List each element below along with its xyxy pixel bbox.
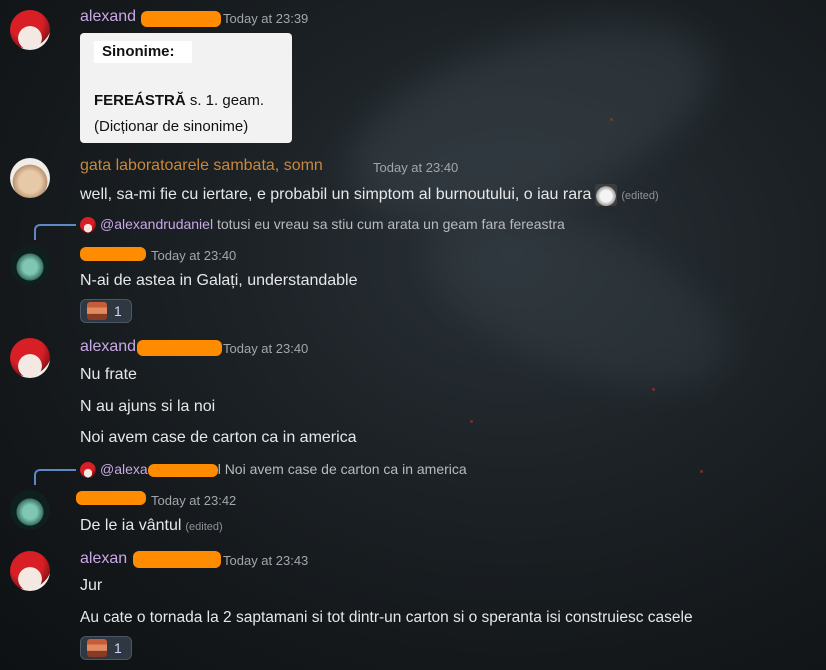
redaction-mark: [76, 491, 146, 505]
redaction-mark: [133, 551, 221, 568]
reaction-count: 1: [114, 303, 122, 319]
message-text: well, sa-mi fie cu iertare, e probabil u…: [80, 184, 659, 206]
timestamp: Today at 23:42: [151, 493, 237, 508]
embed-title: Sinonime:: [94, 41, 192, 63]
background-spark: [470, 420, 473, 423]
message-line: Nu frate: [80, 366, 137, 383]
dictionary-embed: Sinonime: FEREÁSTRĂ s. 1. geam. (Dicțion…: [80, 33, 292, 143]
avatar[interactable]: [10, 551, 50, 591]
redaction-mark: [147, 463, 218, 477]
username[interactable]: alexand: [80, 338, 136, 356]
timestamp: Today at 23:40: [373, 160, 459, 175]
reply-mention[interactable]: @alexa: [100, 461, 148, 477]
background-spark: [700, 470, 703, 473]
message-text: N-ai de astea in Galați, understandable: [80, 272, 358, 289]
avatar[interactable]: [10, 490, 50, 530]
message-line: Jur: [80, 577, 103, 594]
message-line: N au ajuns si la noi: [80, 398, 216, 415]
dog-emoji-icon: [595, 184, 618, 206]
timestamp: Today at 23:43: [223, 553, 309, 568]
avatar[interactable]: [10, 158, 50, 198]
embed-headword: FEREÁSTRĂ: [94, 92, 186, 109]
reply-text: totusi eu vreau sa stiu cum arata un gea…: [213, 216, 565, 232]
timestamp: Today at 23:40: [151, 248, 237, 263]
timestamp: Today at 23:39: [223, 11, 309, 26]
message-line: Au cate o tornada la 2 saptamani si tot …: [80, 609, 693, 626]
reply-text: l Noi avem case de carton ca in america: [217, 461, 467, 477]
reply-connector: [34, 469, 76, 485]
background-spark: [652, 388, 655, 391]
message-text: De le ia vântul (edited): [80, 517, 223, 535]
message-line: De le ia vântul: [80, 517, 182, 534]
redaction-mark: [137, 340, 222, 356]
background-spark: [610, 118, 613, 121]
edited-tag: (edited): [621, 190, 659, 203]
redaction-mark: [80, 247, 146, 261]
reply-avatar: [80, 462, 96, 479]
avatar[interactable]: [10, 10, 50, 50]
timestamp: Today at 23:40: [223, 341, 309, 356]
reply-reference[interactable]: @alexandrudaniel totusi eu vreau sa stiu…: [80, 216, 565, 234]
reaction-emoji-icon: [87, 302, 107, 320]
username[interactable]: alexand: [80, 8, 136, 26]
reaction-button[interactable]: 1: [80, 299, 132, 323]
embed-source: (Dicționar de sinonime): [94, 118, 249, 135]
message-line: well, sa-mi fie cu iertare, e probabil u…: [80, 186, 592, 204]
edited-tag: (edited): [185, 521, 223, 533]
username[interactable]: gata laboratoarele sambata, somn: [80, 157, 323, 175]
message-line: Noi avem case de carton ca in america: [80, 429, 357, 446]
reply-reference[interactable]: @alexa l Noi avem case de carton ca in am…: [80, 461, 467, 479]
reaction-emoji-icon: [87, 639, 107, 657]
reaction-count: 1: [114, 640, 122, 656]
avatar[interactable]: [10, 245, 50, 285]
embed-definition: FEREÁSTRĂ s. 1. geam.: [94, 92, 264, 109]
username[interactable]: alexan: [80, 550, 127, 568]
reply-connector: [34, 224, 76, 240]
avatar[interactable]: [10, 338, 50, 378]
reply-mention[interactable]: @alexandrudaniel: [100, 216, 213, 232]
redaction-mark: [141, 11, 221, 27]
embed-definition-text: s. 1. geam.: [185, 92, 265, 109]
reply-avatar: [80, 217, 96, 234]
reaction-button[interactable]: 1: [80, 636, 132, 660]
